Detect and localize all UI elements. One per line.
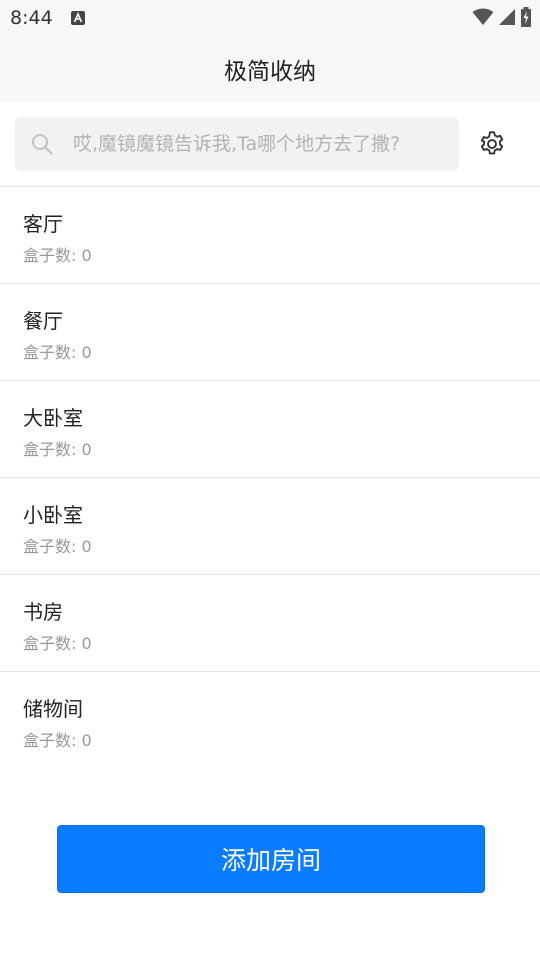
room-name: 大卧室 [23,406,83,430]
search-row [0,102,540,186]
app-bar: 极简收纳 [0,36,540,102]
cellular-signal-icon [499,9,515,25]
status-icons [472,6,532,28]
box-count: 盒子数: 0 [23,537,92,556]
list-item[interactable]: 小卧室 盒子数: 0 [0,478,540,575]
list-item[interactable]: 大卧室 盒子数: 0 [0,381,540,478]
battery-charging-icon [521,7,531,27]
android-a-icon [71,11,85,25]
room-name: 小卧室 [23,503,83,527]
status-bar: 8:44 [0,0,540,36]
list-item[interactable]: 储物间 盒子数: 0 [0,672,540,768]
box-count: 盒子数: 0 [23,634,92,653]
room-list: 客厅 盒子数: 0 餐厅 盒子数: 0 大卧室 盒子数: 0 小卧室 盒子数: … [0,186,540,768]
list-item[interactable]: 书房 盒子数: 0 [0,575,540,672]
search-icon [32,134,53,155]
gear-icon[interactable] [477,129,507,159]
box-count: 盒子数: 0 [23,440,92,459]
wifi-icon [472,8,494,25]
box-count: 盒子数: 0 [23,343,92,362]
list-item[interactable]: 客厅 盒子数: 0 [0,187,540,284]
box-count: 盒子数: 0 [23,731,92,750]
page-title: 极简收纳 [224,59,316,85]
search-input[interactable] [73,117,453,171]
box-count: 盒子数: 0 [23,246,92,265]
search-box[interactable] [15,117,459,171]
room-name: 餐厅 [23,309,63,333]
room-name: 书房 [23,600,63,624]
list-item[interactable]: 餐厅 盒子数: 0 [0,284,540,381]
room-name: 客厅 [23,212,63,236]
add-room-button[interactable]: 添加房间 [57,825,485,893]
room-name: 储物间 [23,697,83,721]
status-time: 8:44 [10,7,53,29]
